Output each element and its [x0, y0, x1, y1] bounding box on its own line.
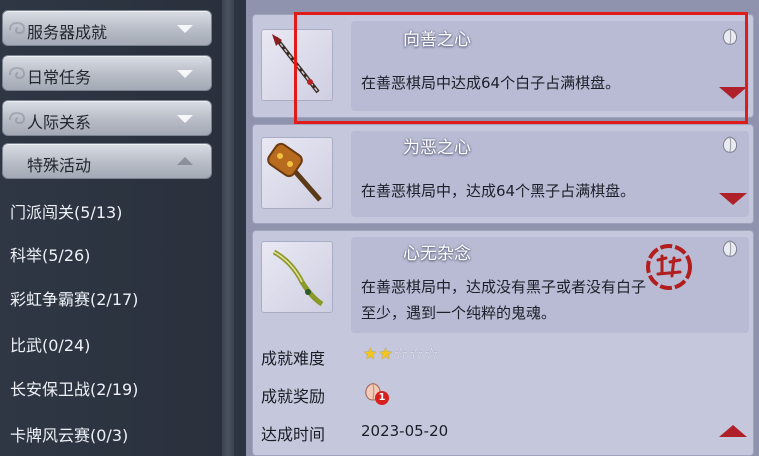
achievement-category-sidebar: 服务器成就 日常任务 人际关系 特殊活动 门派闯关(5/13) 科举(5/26)… [0, 0, 222, 456]
achievement-description: 在善恶棋局中，达成没有黑子或者没有白子 [361, 278, 647, 296]
category-server-achievements[interactable]: 服务器成就 [2, 10, 212, 46]
category-label: 日常任务 [27, 68, 92, 87]
star-filled-icon: ★ [378, 344, 394, 363]
category-daily-tasks[interactable]: 日常任务 [2, 55, 212, 91]
curved-sword-icon [261, 241, 333, 313]
category-label: 服务器成就 [27, 23, 108, 42]
chevron-down-icon [177, 115, 193, 123]
difficulty-stars: ★★☆☆☆ [363, 344, 440, 363]
category-special-events[interactable]: 特殊活动 [2, 143, 212, 179]
achievement-description: 至少，遇到一个纯粹的鬼魂。 [361, 304, 557, 322]
chevron-up-icon [177, 157, 193, 165]
star-empty-icon: ☆ [424, 344, 440, 363]
peach-icon [722, 136, 738, 153]
category-label: 人际关系 [27, 113, 92, 132]
achievement-card[interactable]: 为恶之心 在善恶棋局中，达成64个黑子占满棋盘。 [252, 124, 754, 224]
cloud-ornament-icon [9, 66, 26, 80]
spear-weapon-icon [261, 29, 333, 101]
collapse-triangle-icon[interactable] [719, 425, 747, 437]
sidebar-scrollbar[interactable] [222, 0, 234, 456]
peach-icon [722, 28, 738, 45]
completion-time-label: 达成时间 [261, 425, 326, 444]
category-label: 特殊活动 [27, 156, 92, 175]
achievement-title: 为恶之心 [403, 138, 471, 158]
difficulty-label: 成就难度 [261, 349, 326, 368]
peach-icon [722, 240, 738, 257]
cloud-ornament-icon [9, 21, 26, 35]
category-relationships[interactable]: 人际关系 [2, 100, 212, 136]
sidebar-item-imperial-exam[interactable]: 科举(5/26) [10, 242, 90, 266]
achievement-description: 在善恶棋局中，达成64个黑子占满棋盘。 [361, 182, 636, 200]
cloud-ornament-icon [9, 111, 26, 125]
reward-label: 成就奖励 [261, 387, 326, 406]
achievement-title: 向善之心 [403, 30, 471, 50]
chevron-down-icon [177, 70, 193, 78]
achievement-title: 心无杂念 [403, 244, 471, 264]
hammer-weapon-icon [261, 137, 333, 209]
achievement-list: 向善之心 在善恶棋局中达成64个白子占满棋盘。 为恶之心 在善恶棋局中，达成64… [246, 0, 759, 456]
expand-triangle-icon[interactable] [719, 87, 747, 99]
sidebar-item-changan-defense[interactable]: 长安保卫战(2/19) [10, 376, 138, 400]
achievement-description: 在善恶棋局中达成64个白子占满棋盘。 [361, 74, 621, 92]
sidebar-item-rainbow-contest[interactable]: 彩虹争霸赛(2/17) [10, 286, 138, 310]
star-filled-icon: ★ [363, 344, 379, 363]
sidebar-item-card-contest[interactable]: 卡牌风云赛(0/3) [10, 422, 128, 446]
sidebar-item-sect-challenge[interactable]: 门派闯关(5/13) [10, 199, 122, 223]
reward-count-badge: 1 [375, 391, 389, 405]
achievement-card[interactable]: 向善之心 在善恶棋局中达成64个白子占满棋盘。 [252, 14, 754, 118]
chevron-down-icon [177, 25, 193, 33]
reward-item[interactable]: 1 [361, 377, 393, 407]
star-empty-icon: ☆ [393, 344, 410, 363]
sidebar-item-duel[interactable]: 比武(0/24) [10, 332, 90, 356]
completion-time-value: 2023-05-20 [361, 422, 449, 440]
star-empty-icon: ☆ [409, 344, 425, 363]
completed-seal-icon [646, 244, 692, 290]
expand-triangle-icon[interactable] [719, 193, 747, 205]
